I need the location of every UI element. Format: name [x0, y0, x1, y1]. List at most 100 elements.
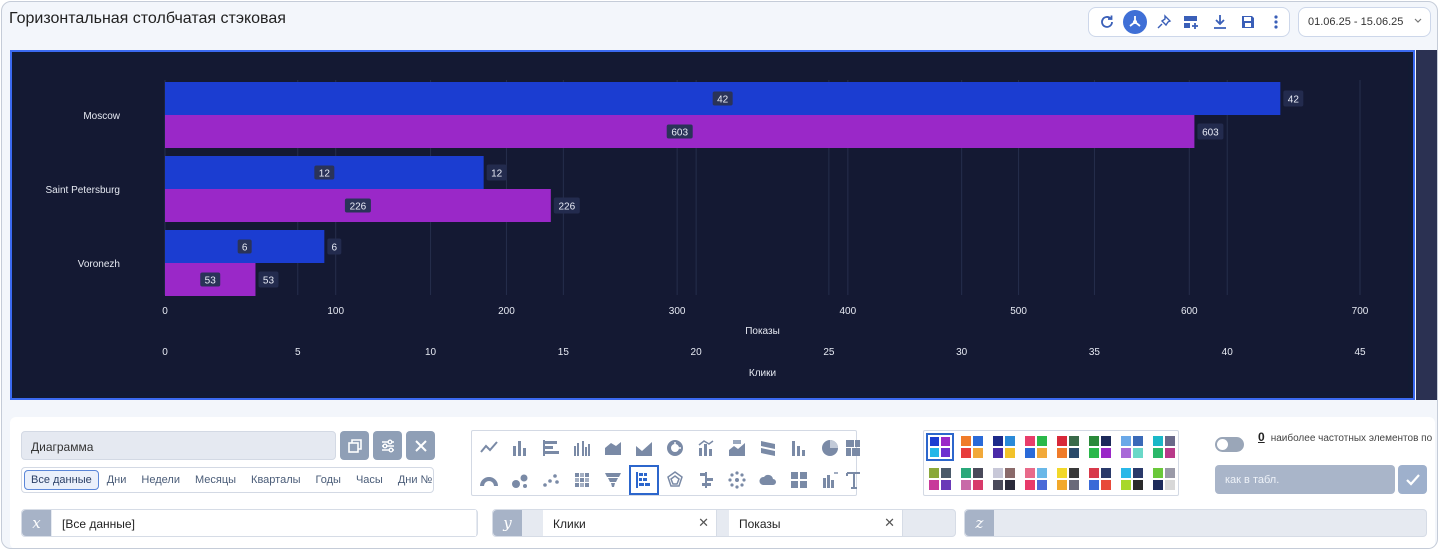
diverging-bar-icon[interactable]	[691, 465, 721, 495]
period-tab[interactable]: Дни №	[391, 470, 433, 490]
histogram-icon[interactable]	[784, 433, 814, 463]
more-icon[interactable]	[1262, 9, 1289, 35]
topn-count[interactable]: 0	[1258, 430, 1265, 444]
period-tab[interactable]: Часы	[349, 470, 390, 490]
download-icon[interactable]	[1206, 9, 1233, 35]
x-axis-field: x [Все данные]	[21, 509, 478, 537]
x-tick-label: 700	[1352, 306, 1369, 317]
cloud-chart-icon[interactable]	[753, 465, 783, 495]
line-chart-icon[interactable]	[474, 433, 504, 463]
palette-option[interactable]	[1150, 433, 1178, 461]
horizontal-bar-icon[interactable]	[536, 433, 566, 463]
x-axis-value[interactable]: [Все данные]	[52, 510, 476, 536]
palette-option[interactable]	[1118, 433, 1146, 461]
chart-name-input[interactable]: Диаграмма	[21, 431, 336, 460]
data-label: 53	[263, 276, 275, 287]
date-range-picker[interactable]: 01.06.25 - 15.06.25	[1298, 7, 1431, 37]
data-label: 12	[491, 169, 503, 180]
period-tab[interactable]: Месяцы	[188, 470, 243, 490]
period-tab[interactable]: Годы	[309, 470, 348, 490]
share-icon[interactable]	[1123, 10, 1147, 34]
y-axis-value[interactable]: Клики ✕	[543, 510, 717, 536]
x2-tick-label: 45	[1354, 347, 1366, 358]
radar-chart-icon[interactable]	[660, 465, 690, 495]
duplicate-button[interactable]	[340, 431, 369, 460]
chart-type-selector	[471, 430, 860, 496]
treemap-icon[interactable]	[846, 433, 860, 463]
stacked-area-icon[interactable]	[629, 433, 659, 463]
text-widget-icon[interactable]	[846, 465, 860, 495]
area-chart-icon[interactable]	[598, 433, 628, 463]
bubble-chart-icon[interactable]	[505, 465, 535, 495]
save-icon[interactable]	[1234, 9, 1261, 35]
palette-option[interactable]	[1022, 433, 1050, 461]
dashboard-icon[interactable]	[784, 465, 814, 495]
data-label: 226	[558, 202, 575, 213]
palette-option[interactable]	[926, 433, 954, 461]
bar-chart-icon[interactable]	[505, 433, 535, 463]
add-widget-icon[interactable]	[1178, 9, 1205, 35]
bar-chart: Moscow 42 42 603 603 Saint Petersburg 12 12 226 2…	[46, 80, 1369, 379]
palette-option[interactable]	[1022, 465, 1050, 493]
palette-option[interactable]	[958, 433, 986, 461]
x2-axis-title: Клики	[749, 368, 776, 379]
category-label: Moscow	[83, 111, 120, 122]
remove-field-icon[interactable]: ✕	[698, 515, 709, 531]
scatter-chart-icon[interactable]	[536, 465, 566, 495]
x-tick-label: 400	[840, 306, 857, 317]
sparkline-chart-icon[interactable]	[815, 465, 845, 495]
date-range-value: 01.06.25 - 15.06.25	[1308, 16, 1404, 28]
pin-icon[interactable]	[1150, 9, 1177, 35]
x-tick-label: 500	[1010, 306, 1027, 317]
palette-option[interactable]	[1086, 433, 1114, 461]
horizontal-stacked-bar-icon[interactable]	[629, 465, 659, 495]
palette-option[interactable]	[958, 465, 986, 493]
settings-button[interactable]	[373, 431, 402, 460]
period-tab[interactable]: Все данные	[24, 470, 99, 490]
funnel-chart-icon[interactable]	[598, 465, 628, 495]
donut-chart-icon[interactable]	[660, 433, 690, 463]
palette-option[interactable]	[926, 465, 954, 493]
x2-tick-label: 5	[295, 347, 301, 358]
z-axis-field[interactable]: z	[964, 509, 1427, 537]
data-label: 6	[242, 243, 248, 254]
y-axis-field: y Клики ✕ Показы ✕	[492, 509, 956, 537]
topn-toggle[interactable]	[1215, 437, 1244, 452]
heatmap-icon[interactable]	[567, 465, 597, 495]
data-label: 42	[1288, 95, 1300, 106]
gauge-chart-icon[interactable]	[474, 465, 504, 495]
x-tick-label: 300	[669, 306, 686, 317]
chevron-down-icon	[1413, 16, 1423, 28]
x-tick-label: 600	[1181, 306, 1198, 317]
y-axis-value[interactable]: Показы ✕	[729, 510, 903, 536]
pie-chart-icon[interactable]	[815, 433, 845, 463]
remove-field-icon[interactable]: ✕	[884, 515, 895, 531]
y-field-label: Показы	[739, 517, 781, 531]
x2-tick-label: 0	[162, 347, 168, 358]
period-tab[interactable]: Недели	[134, 470, 187, 490]
topn-field-input[interactable]: как в табл.	[1215, 465, 1395, 494]
refresh-icon[interactable]	[1093, 9, 1120, 35]
x-axis-title: Показы	[745, 326, 780, 337]
mixed-chart-icon[interactable]	[691, 433, 721, 463]
flag-chart-icon[interactable]	[753, 433, 783, 463]
palette-option[interactable]	[1054, 433, 1082, 461]
close-button[interactable]	[406, 431, 435, 460]
palette-option[interactable]	[1150, 465, 1178, 493]
data-label: 226	[350, 202, 367, 213]
y-field-label: Клики	[553, 517, 586, 531]
period-tab[interactable]: Дни	[100, 470, 134, 490]
palette-option[interactable]	[1086, 465, 1114, 493]
calendar-chart-icon[interactable]	[722, 433, 752, 463]
network-chart-icon[interactable]	[722, 465, 752, 495]
palette-option[interactable]	[990, 465, 1018, 493]
x2-tick-label: 20	[691, 347, 703, 358]
widget-frame: Горизонтальная столбчатая стэковая 01.06…	[1, 1, 1438, 549]
grouped-bar-icon[interactable]	[567, 433, 597, 463]
palette-option[interactable]	[990, 433, 1018, 461]
palette-option[interactable]	[1118, 465, 1146, 493]
confirm-button[interactable]	[1398, 465, 1427, 494]
period-tab[interactable]: Кварталы	[244, 470, 307, 490]
palette-option[interactable]	[1054, 465, 1082, 493]
x-tick-label: 200	[498, 306, 515, 317]
